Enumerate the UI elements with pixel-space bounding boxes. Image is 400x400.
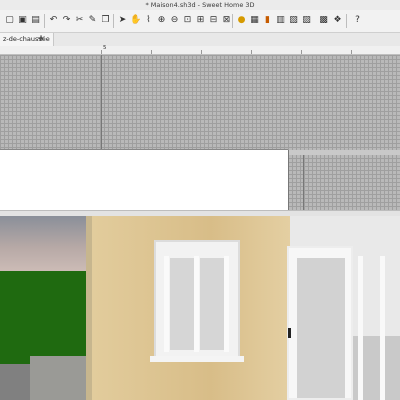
add-furniture-icon[interactable]: ▮ <box>262 15 273 26</box>
select-icon[interactable]: ➤ <box>117 15 128 26</box>
garden-wall <box>30 356 90 400</box>
3d-view[interactable] <box>0 216 400 400</box>
open-icon[interactable]: ▣ <box>17 15 28 26</box>
add-text-icon[interactable]: ⊞ <box>195 15 206 26</box>
help-icon[interactable]: ? <box>352 15 363 26</box>
pan-icon[interactable]: ✋ <box>130 15 141 26</box>
create-video-icon[interactable]: ▦ <box>249 15 260 26</box>
ruler-tick <box>351 50 352 54</box>
plan-guide-line <box>101 55 102 150</box>
zoom-out-icon[interactable]: ⊖ <box>169 15 180 26</box>
add-level-button[interactable]: + <box>37 35 45 44</box>
level-tabs: z-de-chaussée + <box>0 33 400 46</box>
paste-icon[interactable]: ✎ <box>87 15 98 26</box>
main-toolbar: ▢ ▣ ▤ ↶ ↷ ✂ ✎ ❐ ➤ ✋ ⌇ ⊕ ⊖ ⊡ ⊞ ⊟ ⊠ ● ▦ ▮ … <box>0 10 400 33</box>
cut-icon[interactable]: ✂ <box>74 15 85 26</box>
door-glass <box>297 258 345 398</box>
new-icon[interactable]: ▢ <box>4 15 15 26</box>
toolbar-separator <box>113 14 114 28</box>
window-frame <box>358 256 363 400</box>
plan-room[interactable] <box>288 150 400 210</box>
create-dimensions-icon[interactable]: ⊡ <box>182 15 193 26</box>
preferences-icon[interactable]: ▩ <box>318 15 329 26</box>
redo-icon[interactable]: ↷ <box>61 15 72 26</box>
decrease-text-icon[interactable]: ⊠ <box>221 15 232 26</box>
horizontal-ruler: 5 <box>0 45 400 55</box>
plugin-icon[interactable]: ❖ <box>332 15 343 26</box>
create-photo-icon[interactable]: ● <box>236 15 247 26</box>
toolbar-separator <box>346 14 347 28</box>
toolbar-separator <box>232 14 233 28</box>
window-pane <box>170 258 194 350</box>
increase-text-icon[interactable]: ⊟ <box>208 15 219 26</box>
window-frame <box>194 256 199 352</box>
door-handle <box>288 328 291 338</box>
import-icon[interactable]: ▨ <box>301 15 312 26</box>
plan-wall[interactable] <box>288 150 289 210</box>
create-rooms-icon[interactable]: ▧ <box>288 15 299 26</box>
glass-door <box>287 246 353 400</box>
ruler-tick <box>101 50 102 54</box>
window-title: * Maison4.sh3d - Sweet Home 3D <box>145 1 255 9</box>
create-walls-icon[interactable]: ▥ <box>275 15 286 26</box>
window-frame <box>164 256 169 352</box>
plan-grid <box>0 55 400 150</box>
save-icon[interactable]: ▤ <box>30 15 41 26</box>
window-pane <box>200 258 224 350</box>
ruler-tick <box>301 50 302 54</box>
plan-wall[interactable] <box>289 150 400 155</box>
zoom-in-icon[interactable]: ⊕ <box>156 15 167 26</box>
toolbar-separator <box>44 14 45 28</box>
window-frame <box>224 256 229 352</box>
window-sill <box>150 356 244 362</box>
ruler-tick <box>151 50 152 54</box>
plan-view[interactable] <box>0 55 400 210</box>
undo-icon[interactable]: ↶ <box>48 15 59 26</box>
tab-level[interactable]: z-de-chaussée <box>0 33 54 46</box>
plan-wall[interactable] <box>303 155 304 210</box>
create-polylines-icon[interactable]: ⌇ <box>143 15 154 26</box>
title-bar: * Maison4.sh3d - Sweet Home 3D <box>0 0 400 10</box>
ruler-label: 5 <box>103 45 107 51</box>
ruler-tick <box>251 50 252 54</box>
copy-icon[interactable]: ❐ <box>100 15 111 26</box>
window <box>154 240 240 358</box>
ruler-tick <box>201 50 202 54</box>
plan-wall[interactable] <box>0 149 288 150</box>
window-frame <box>380 256 385 400</box>
